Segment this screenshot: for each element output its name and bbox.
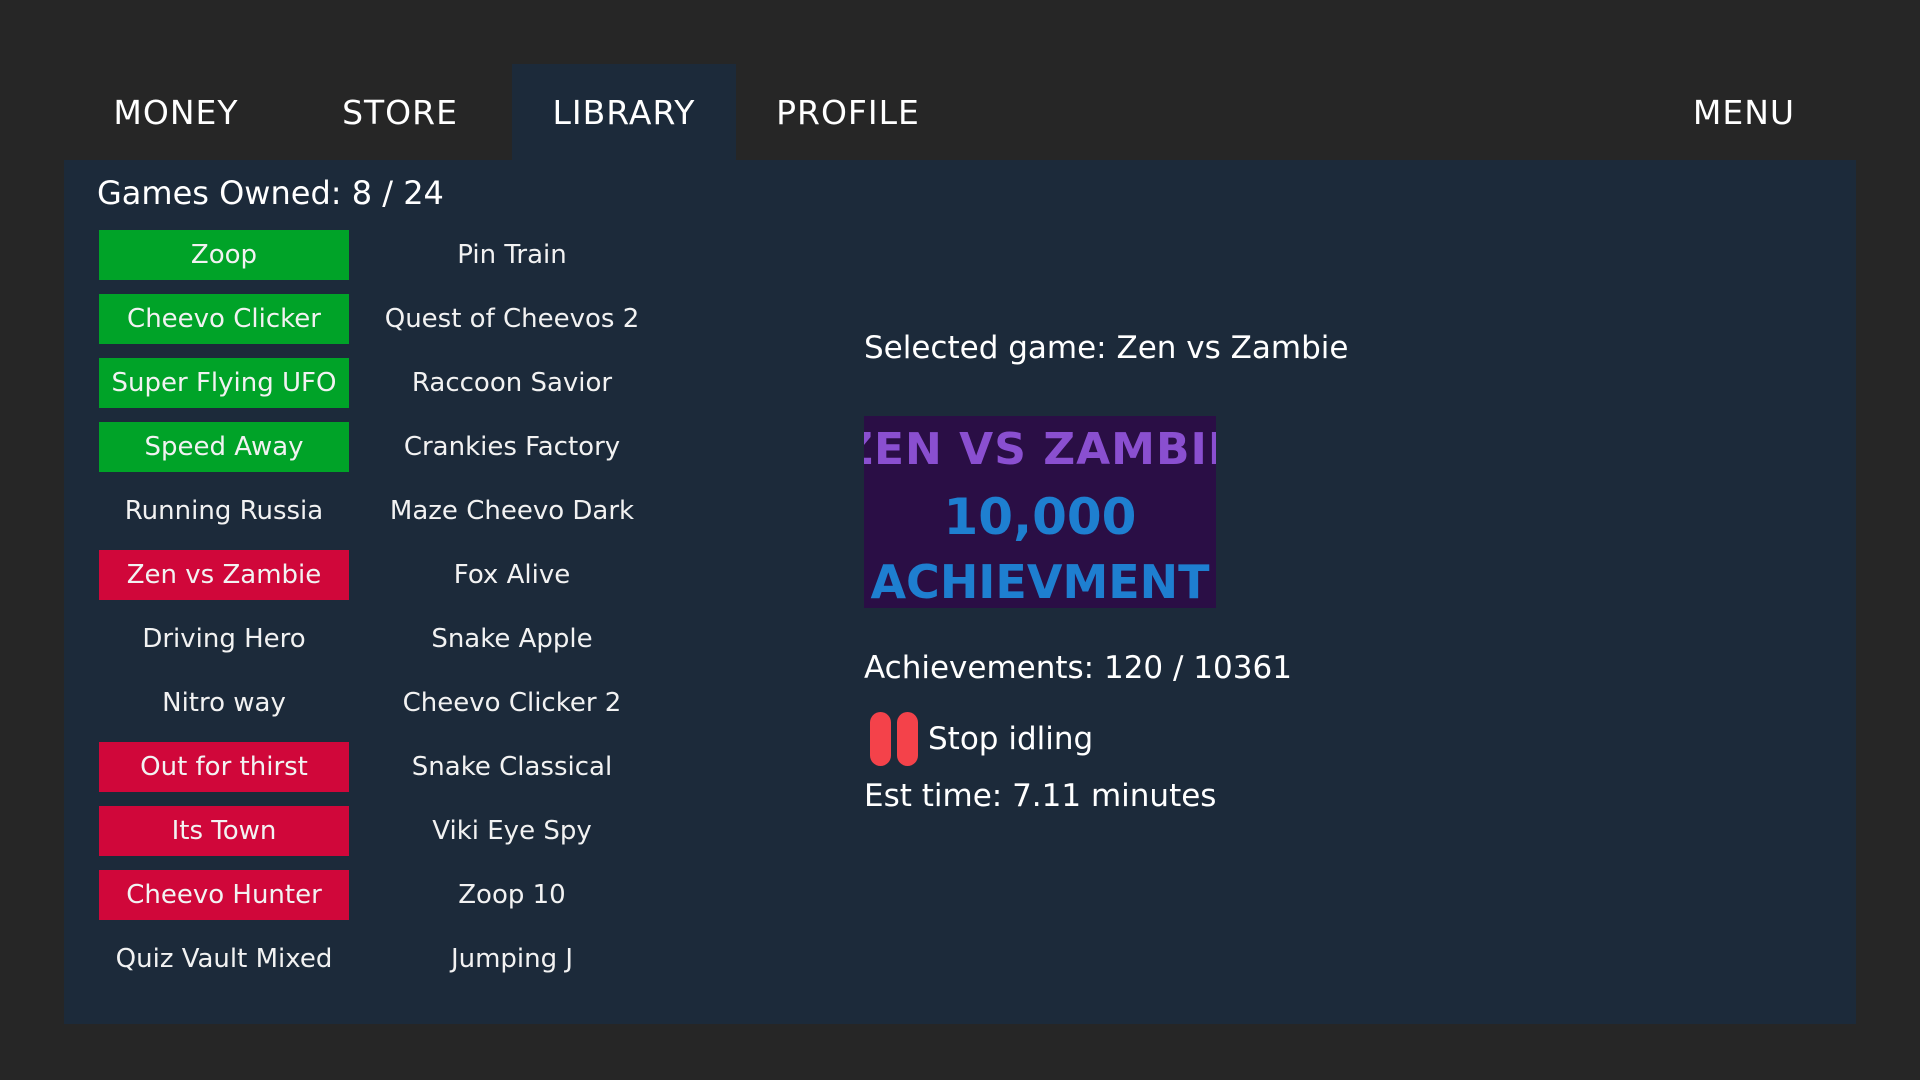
game-item[interactable]: Zen vs Zambie [99, 550, 349, 600]
game-item[interactable]: Out for thirst [99, 742, 349, 792]
game-item[interactable]: Running Russia [99, 486, 349, 536]
stop-idling-label: Stop idling [928, 721, 1094, 757]
game-item[interactable]: Viki Eye Spy [387, 806, 637, 856]
game-item[interactable]: Jumping J [387, 934, 637, 984]
achievements-count: Achievements: 120 / 10361 [864, 650, 1292, 686]
game-item[interactable]: Quiz Vault Mixed [99, 934, 349, 984]
game-item[interactable]: Maze Cheevo Dark [387, 486, 637, 536]
cover-line-1: ZEN VS ZAMBIE [864, 424, 1216, 475]
game-item[interactable]: Zoop 10 [387, 870, 637, 920]
menu-button[interactable]: MENU [1632, 64, 1856, 160]
top-nav: MONEY STORE LIBRARY PROFILE MENU [64, 64, 1856, 160]
game-item[interactable]: Speed Away [99, 422, 349, 472]
game-item[interactable]: Cheevo Clicker 2 [387, 678, 637, 728]
estimated-time: Est time: 7.11 minutes [864, 778, 1217, 814]
games-owned-count: Games Owned: 8 / 24 [97, 174, 444, 212]
library-panel: Games Owned: 8 / 24 Zoop Cheevo Clicker … [64, 160, 1856, 1024]
game-item[interactable]: Super Flying UFO [99, 358, 349, 408]
game-item[interactable]: Its Town [99, 806, 349, 856]
game-item[interactable]: Crankies Factory [387, 422, 637, 472]
tab-store[interactable]: STORE [288, 64, 512, 160]
game-list-column-2: Pin Train Quest of Cheevos 2 Raccoon Sav… [385, 230, 640, 998]
game-item[interactable]: Pin Train [387, 230, 637, 280]
game-item[interactable]: Raccoon Savior [387, 358, 637, 408]
selected-game-title: Selected game: Zen vs Zambie [864, 330, 1349, 366]
game-item[interactable]: Driving Hero [99, 614, 349, 664]
app-window: MONEY STORE LIBRARY PROFILE MENU Games O… [0, 0, 1920, 1080]
game-cover-image: ZEN VS ZAMBIE 10,000 ACHIEVMENT [864, 416, 1216, 608]
game-item[interactable]: Zoop [99, 230, 349, 280]
tab-profile[interactable]: PROFILE [736, 64, 960, 160]
cover-line-2: 10,000 [944, 488, 1137, 546]
game-item[interactable]: Snake Classical [387, 742, 637, 792]
stop-idling-button[interactable]: Stop idling [868, 710, 1093, 768]
tab-money[interactable]: MONEY [64, 64, 288, 160]
pause-icon [868, 710, 920, 768]
game-item[interactable]: Snake Apple [387, 614, 637, 664]
game-item[interactable]: Nitro way [99, 678, 349, 728]
game-item[interactable]: Quest of Cheevos 2 [385, 294, 640, 344]
game-item[interactable]: Fox Alive [387, 550, 637, 600]
game-list-column-1: Zoop Cheevo Clicker Super Flying UFO Spe… [99, 230, 349, 998]
tab-library[interactable]: LIBRARY [512, 64, 736, 160]
game-item[interactable]: Cheevo Hunter [99, 870, 349, 920]
cover-line-3: ACHIEVMENT [870, 555, 1210, 608]
cover-art: ZEN VS ZAMBIE 10,000 ACHIEVMENT [864, 416, 1216, 608]
game-item[interactable]: Cheevo Clicker [99, 294, 349, 344]
